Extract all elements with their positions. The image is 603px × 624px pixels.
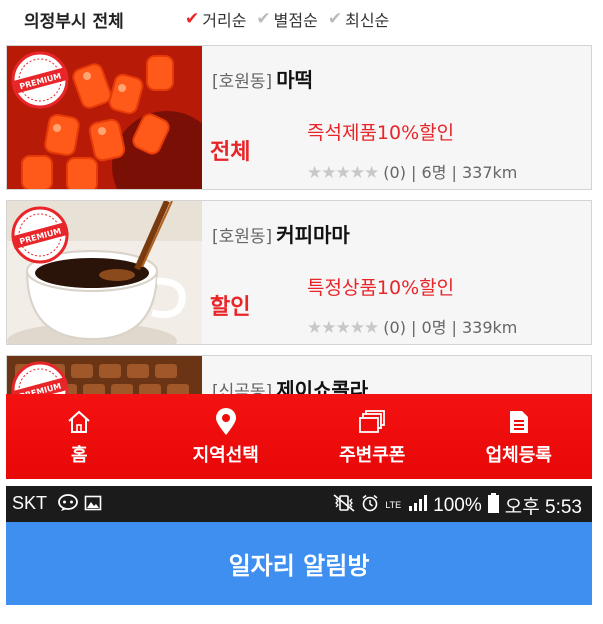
nav-nearby-coupons[interactable]: 주변쿠폰 bbox=[299, 394, 446, 479]
promo-text: 특정상품10%할인 bbox=[307, 277, 455, 299]
app-header: 일자리 알림방 bbox=[6, 522, 592, 605]
store-list: PREMIUM [호원동] 마떡 전체 즉석제품10%할인 ★★★★★ (0) |… bbox=[0, 45, 603, 394]
store-title: [호원동] 마떡 bbox=[212, 64, 313, 93]
messenger-icon bbox=[58, 494, 78, 517]
star-rating: ★★★★★ bbox=[307, 163, 379, 183]
vibrate-icon bbox=[333, 493, 355, 518]
sort-label: 최신순 bbox=[345, 11, 390, 30]
store-name: 제이쇼콜라 bbox=[276, 378, 369, 394]
sort-distance[interactable]: ✔ 거리순 bbox=[185, 7, 246, 31]
clock: 오후 5:53 bbox=[504, 497, 582, 518]
store-title: [호원동] 커피마마 bbox=[212, 219, 350, 248]
notification-icons bbox=[58, 494, 102, 517]
app-title: 일자리 알림방 bbox=[228, 552, 370, 580]
sort-rating[interactable]: ✔ 별점순 bbox=[256, 7, 317, 31]
store-card[interactable]: PREMIUM [호원동] 마떡 전체 즉석제품10%할인 ★★★★★ (0) |… bbox=[6, 45, 592, 190]
store-tag: 할인 bbox=[210, 295, 251, 320]
alarm-icon bbox=[361, 494, 379, 518]
nav-region-select[interactable]: 지역선택 bbox=[153, 394, 300, 479]
store-stats: (0) | 0명 | 339km bbox=[383, 318, 518, 337]
nav-label: 주변쿠폰 bbox=[339, 444, 406, 466]
check-icon: ✔ bbox=[256, 9, 271, 29]
store-thumbnail: PREMIUM bbox=[7, 201, 202, 344]
store-title: [신곡동] 제이쇼콜라 bbox=[212, 374, 368, 394]
store-stats: (0) | 6명 | 337km bbox=[383, 163, 518, 182]
status-right: LTE 100% 오후 5:53 bbox=[333, 492, 582, 519]
store-district: [호원동] bbox=[212, 72, 273, 92]
document-icon bbox=[504, 407, 534, 437]
battery-icon bbox=[487, 492, 499, 519]
store-name: 커피마마 bbox=[276, 223, 350, 247]
store-thumbnail: PREMIUM bbox=[7, 356, 202, 394]
store-meta: ★★★★★ (0) | 0명 | 339km bbox=[307, 314, 517, 338]
network-type: LTE bbox=[385, 500, 402, 510]
store-meta: ★★★★★ (0) | 6명 | 337km bbox=[307, 159, 517, 183]
star-rating: ★★★★★ bbox=[307, 318, 379, 338]
store-card[interactable]: PREMIUM [호원동] 커피마마 할인 특정상품10%할인 ★★★★★ (0)… bbox=[6, 200, 592, 345]
battery-level: 100% bbox=[433, 494, 482, 516]
nav-label: 홈 bbox=[70, 444, 88, 466]
image-icon bbox=[84, 494, 102, 517]
check-icon: ✔ bbox=[327, 9, 343, 29]
premium-badge: PREMIUM bbox=[11, 206, 69, 264]
location-pin-icon bbox=[211, 407, 241, 437]
coupons-icon bbox=[357, 407, 387, 437]
sort-label: 거리순 bbox=[202, 11, 247, 30]
sort-newest[interactable]: ✔ 최신순 bbox=[328, 7, 389, 31]
carrier-name: SKT bbox=[12, 493, 48, 513]
region-filter[interactable]: 의정부시 전체 bbox=[24, 7, 124, 32]
signal-icon bbox=[407, 494, 428, 518]
store-name: 마떡 bbox=[276, 68, 313, 92]
store-card[interactable]: PREMIUM [신곡동] 제이쇼콜라 bbox=[6, 355, 592, 394]
sort-options: ✔ 거리순 ✔ 별점순 ✔ 최신순 bbox=[185, 7, 399, 31]
check-icon: ✔ bbox=[185, 9, 200, 29]
store-thumbnail: PREMIUM bbox=[7, 46, 202, 189]
promo-text: 즉석제품10%할인 bbox=[307, 122, 455, 144]
home-icon bbox=[64, 407, 94, 437]
nav-business-register[interactable]: 업체등록 bbox=[446, 394, 593, 479]
store-district: [신곡동] bbox=[212, 382, 273, 394]
status-bar: SKT LTE 100% 오후 5:53 bbox=[6, 486, 592, 522]
store-district: [호원동] bbox=[212, 227, 273, 247]
filter-bar: 의정부시 전체 ✔ 거리순 ✔ 별점순 ✔ 최신순 bbox=[0, 0, 603, 40]
premium-badge: PREMIUM bbox=[11, 361, 69, 394]
sort-label: 별점순 bbox=[273, 11, 318, 30]
nav-label: 지역선택 bbox=[192, 444, 259, 466]
nav-home[interactable]: 홈 bbox=[6, 394, 153, 479]
bottom-nav: 홈 지역선택 주변쿠폰 업체등록 bbox=[6, 394, 592, 479]
premium-badge: PREMIUM bbox=[11, 51, 69, 109]
nav-label: 업체등록 bbox=[485, 444, 552, 466]
store-tag: 전체 bbox=[210, 140, 251, 165]
